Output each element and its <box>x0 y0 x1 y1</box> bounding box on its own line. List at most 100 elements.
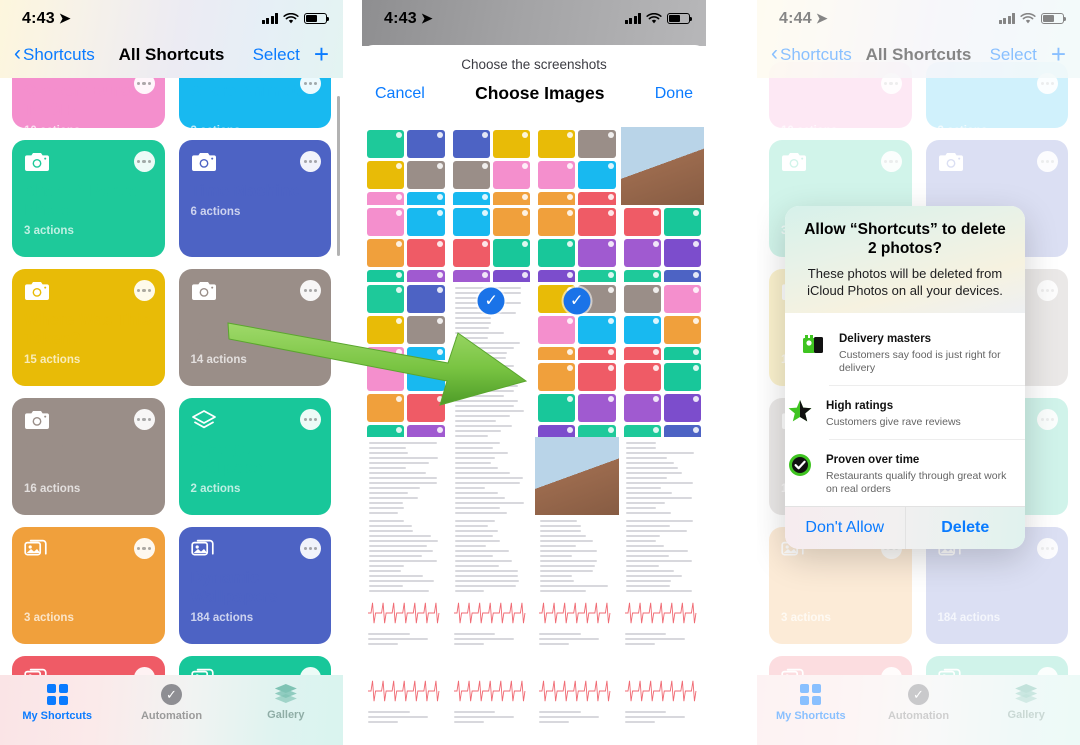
bag-icon <box>798 329 828 359</box>
check-circle-icon <box>787 452 813 478</box>
shortcut-tile[interactable]: Share A Portrait Photo 3 actions <box>12 140 165 257</box>
photo-thumbnail[interactable] <box>450 670 534 745</box>
tab-automation[interactable]: ✓ Automation <box>114 684 228 722</box>
shortcut-action-count: 3 actions <box>191 125 320 128</box>
photo-picker-sheet: Choose the screenshots Cancel Choose Ima… <box>362 45 706 745</box>
left-tab-bar: My Shortcuts ✓ Automation Gallery <box>0 675 343 745</box>
shortcut-name: Change Wallpaper <box>191 440 320 478</box>
scroll-indicator[interactable] <box>337 96 340 256</box>
camera-icon <box>191 280 217 302</box>
shortcut-name: Clean Up Screenshots <box>191 311 320 349</box>
alert-row-heading: Delivery masters <box>839 333 931 345</box>
shortcut-action-count: 14 actions <box>191 354 320 366</box>
shortcut-name: Share Animated GIF <box>191 82 320 120</box>
shortcut-more-icon[interactable] <box>300 538 321 559</box>
shortcut-tile[interactable]: Clear Out Photos 16 actions <box>12 398 165 515</box>
back-button[interactable]: ‹ Shortcuts <box>14 45 95 65</box>
tab-label: Gallery <box>267 709 304 721</box>
alert-info-row: High ratings Customers give rave reviews <box>829 385 1025 439</box>
status-indicators <box>625 13 691 25</box>
phone-panel-middle: 4:43 ➤ Choose the screenshots Cancel Cho… <box>362 0 706 745</box>
shortcut-action-count: 3 actions <box>24 225 153 237</box>
wifi-icon <box>283 13 299 25</box>
picker-toolbar: Cancel Choose Images Done <box>362 83 706 117</box>
alert-header: Allow “Shortcuts” to delete 2 photos? Th… <box>785 206 1025 313</box>
tab-label: Automation <box>141 710 202 722</box>
shortcut-action-count: 2 actions <box>191 483 320 495</box>
layers-icon <box>275 684 297 704</box>
permission-alert: Allow “Shortcuts” to delete 2 photos? Th… <box>785 206 1025 549</box>
shortcut-name: Share A Portrait Photo <box>24 182 153 220</box>
shortcut-more-icon[interactable] <box>134 538 155 559</box>
alert-info-row: Delivery masters Customers say food is ju… <box>785 319 1025 385</box>
alert-row-sub: Restaurants qualify through great work o… <box>826 470 1012 496</box>
nav-actions: Select + <box>253 45 329 65</box>
shortcut-name: Clear Out Photos <box>24 440 153 478</box>
photo-thumbnail[interactable] <box>364 670 448 745</box>
done-button[interactable]: Done <box>655 85 693 103</box>
tab-label: My Shortcuts <box>22 710 92 722</box>
alert-row-text: Proven over time Restaurants qualify thro… <box>826 450 1012 496</box>
status-time-group: 4:43 ➤ <box>22 10 71 28</box>
shortcut-tile[interactable]: Change Wallpaper 2 actions <box>179 398 332 515</box>
shortcut-name: Dynamic Wallpapers <box>191 569 320 607</box>
shortcut-more-icon[interactable] <box>300 280 321 301</box>
photo-thumbnail[interactable] <box>621 670 705 745</box>
shortcut-name: Convert Burst To GIF <box>24 82 153 120</box>
middle-status-bar: 4:43 ➤ <box>362 0 706 37</box>
shortcut-more-icon[interactable] <box>300 409 321 430</box>
shortcut-tile[interactable]: Clean Up Screenshots 14 actions <box>179 269 332 386</box>
cancel-button[interactable]: Cancel <box>375 85 425 103</box>
shortcuts-grid: Convert Burst To GIF 10 actions Share Anim… <box>0 0 343 745</box>
camera-icon <box>191 151 217 173</box>
alert-actions: Don't Allow Delete <box>785 506 1025 549</box>
tab-gallery[interactable]: Gallery <box>229 684 343 721</box>
dont-allow-button[interactable]: Don't Allow <box>785 507 905 549</box>
back-button-label: Shortcuts <box>23 45 95 65</box>
photo-thumbnail[interactable] <box>535 670 619 745</box>
picker-title: Choose Images <box>425 83 655 104</box>
check-circle-icon <box>785 450 815 480</box>
battery-icon <box>667 13 690 25</box>
left-nav-bar: ‹ Shortcuts All Shortcuts Select + <box>0 37 343 72</box>
grid-icon <box>47 684 68 705</box>
shortcut-action-count: 10 actions <box>24 125 153 128</box>
left-status-bar: 4:43 ➤ <box>0 0 343 37</box>
bag-icon <box>800 331 826 357</box>
clock-icon: ✓ <box>161 684 182 705</box>
shortcut-action-count: 3 actions <box>24 612 153 624</box>
picker-hint: Choose the screenshots <box>362 45 706 83</box>
phone-panel-right: 4:44 ➤ ‹ Shortcuts All Shortcuts Select <box>757 0 1080 745</box>
chevron-left-icon: ‹ <box>14 46 21 63</box>
shortcut-name: Time Machine <box>191 182 320 201</box>
delete-button[interactable]: Delete <box>905 507 1026 549</box>
select-button[interactable]: Select <box>253 45 300 65</box>
shortcut-tile[interactable]: Where Was This Taken? 15 actions <box>12 269 165 386</box>
shortcut-tile[interactable]: Random Recent Photo 3 actions <box>12 527 165 644</box>
photos-icon <box>24 538 50 560</box>
shortcut-name: Random Recent Photo <box>24 569 153 607</box>
status-time-group: 4:43 ➤ <box>384 10 433 28</box>
shortcut-more-icon[interactable] <box>134 151 155 172</box>
layers-icon <box>191 409 217 431</box>
shortcut-tile[interactable]: Time Machine 6 actions <box>179 140 332 257</box>
camera-icon <box>24 409 50 431</box>
camera-icon <box>24 280 50 302</box>
shortcut-action-count: 184 actions <box>191 612 320 624</box>
alert-body-rows: Delivery masters Customers say food is ju… <box>785 313 1025 507</box>
battery-icon <box>304 13 327 25</box>
shortcut-name: Where Was This Taken? <box>24 311 153 349</box>
wifi-icon <box>646 13 662 25</box>
photo-selected-check-icon: ✓ <box>478 287 505 314</box>
tab-my-shortcuts[interactable]: My Shortcuts <box>0 684 114 722</box>
screenshot-stage: 4:43 ➤ ‹ Shortcuts All Shortcuts Select <box>0 0 1080 745</box>
photo-thumbnail-grid: ✓ ✓ <box>362 127 706 745</box>
shortcut-more-icon[interactable] <box>134 409 155 430</box>
shortcut-more-icon[interactable] <box>300 151 321 172</box>
shortcut-more-icon[interactable] <box>134 280 155 301</box>
alert-row-heading: Proven over time <box>826 454 919 466</box>
cellular-signal-icon <box>262 13 279 24</box>
alert-row-heading: High ratings <box>826 400 893 412</box>
shortcut-tile[interactable]: Dynamic Wallpapers 184 actions <box>179 527 332 644</box>
add-shortcut-button[interactable]: + <box>314 45 329 63</box>
